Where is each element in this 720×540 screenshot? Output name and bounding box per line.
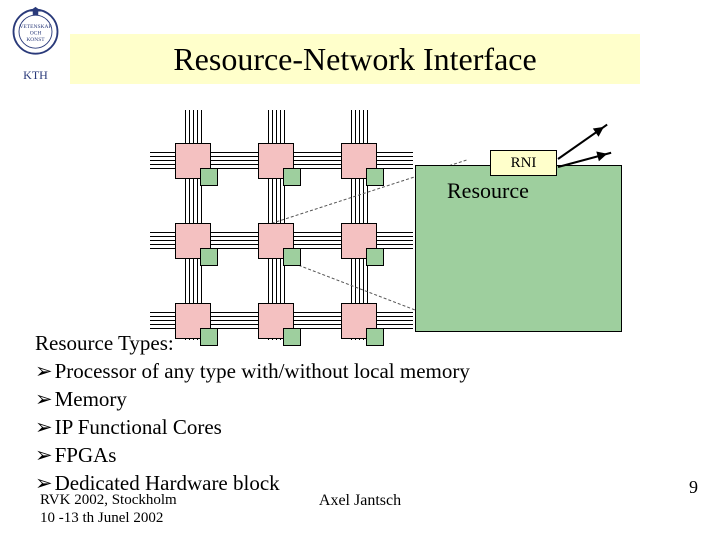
svg-text:VETENSKAP: VETENSKAP (19, 24, 51, 30)
bullet-item: IP Functional Cores (35, 414, 470, 442)
resource-tile-icon (283, 168, 301, 186)
kth-logo-label: KTH (8, 68, 63, 83)
switch-node (341, 143, 377, 179)
resource-tile-icon (283, 248, 301, 266)
kth-logo: VETENSKAP OCH KONST KTH (8, 6, 63, 83)
footer-date: 10 -13 th Junel 2002 (40, 509, 177, 528)
resource-tile-icon (200, 248, 218, 266)
resource-types-heading: Resource Types: (35, 330, 470, 358)
bullet-item: FPGAs (35, 442, 470, 470)
slide: VETENSKAP OCH KONST KTH Resource-Network… (0, 0, 720, 540)
switch-node (258, 143, 294, 179)
bullet-item: Memory (35, 386, 470, 414)
page-number: 9 (689, 477, 698, 498)
svg-text:OCH: OCH (30, 30, 42, 36)
switch-node (175, 143, 211, 179)
kth-crest-icon: VETENSKAP OCH KONST (8, 6, 63, 61)
resource-tile-icon (366, 248, 384, 266)
slide-title: Resource-Network Interface (70, 34, 640, 84)
rni-diagram: RNI Resource (150, 110, 630, 340)
switch-node (175, 223, 211, 259)
slide-title-text: Resource-Network Interface (173, 41, 536, 78)
rni-label: RNI (511, 155, 537, 172)
resource-tile-icon (200, 168, 218, 186)
rni-box: RNI (490, 150, 557, 176)
footer-author: Axel Jantsch (0, 492, 720, 510)
resource-label: Resource (447, 178, 529, 204)
switch-node (341, 223, 377, 259)
resource-tile-icon (366, 168, 384, 186)
switch-node (258, 223, 294, 259)
svg-text:KONST: KONST (26, 37, 45, 43)
bullet-item: Processor of any type with/without local… (35, 358, 470, 386)
body-text: Resource Types: Processor of any type wi… (35, 330, 470, 498)
